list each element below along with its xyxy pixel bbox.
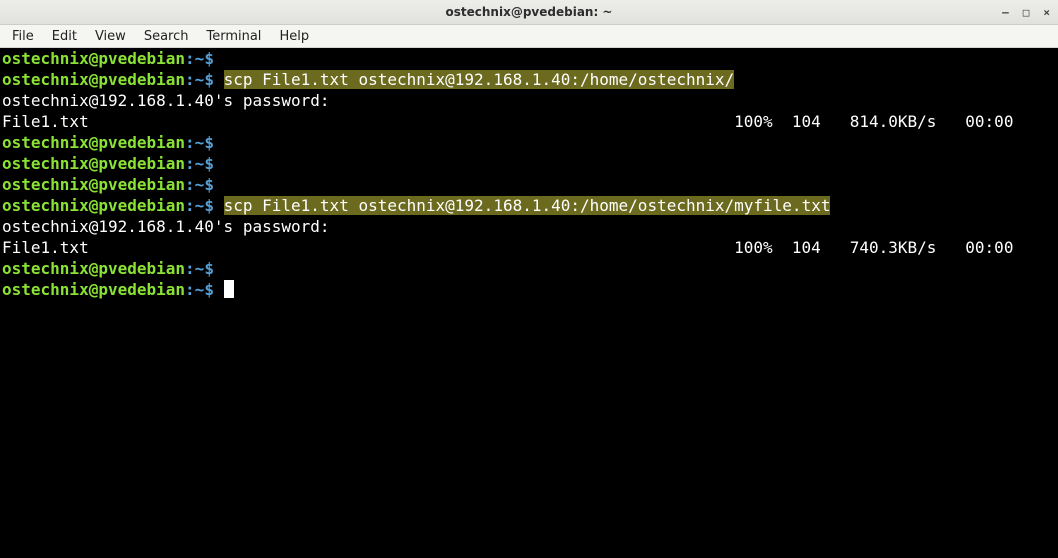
maximize-button[interactable]: □	[1021, 6, 1032, 19]
window-title: ostechnix@pvedebian: ~	[446, 5, 613, 19]
menubar: File Edit View Search Terminal Help	[0, 25, 1058, 48]
titlebar: ostechnix@pvedebian: ~ – □ ×	[0, 0, 1058, 25]
minimize-button[interactable]: –	[1000, 6, 1011, 19]
menu-terminal[interactable]: Terminal	[198, 27, 269, 46]
menu-help[interactable]: Help	[271, 27, 317, 46]
menu-view[interactable]: View	[87, 27, 134, 46]
terminal[interactable]: ostechnix@pvedebian:~$ ostechnix@pvedebi…	[0, 48, 1058, 558]
close-button[interactable]: ×	[1041, 6, 1052, 19]
terminal-cursor	[224, 280, 234, 298]
window-controls: – □ ×	[1000, 0, 1052, 24]
menu-edit[interactable]: Edit	[44, 27, 85, 46]
menu-search[interactable]: Search	[136, 27, 197, 46]
menu-file[interactable]: File	[4, 27, 42, 46]
